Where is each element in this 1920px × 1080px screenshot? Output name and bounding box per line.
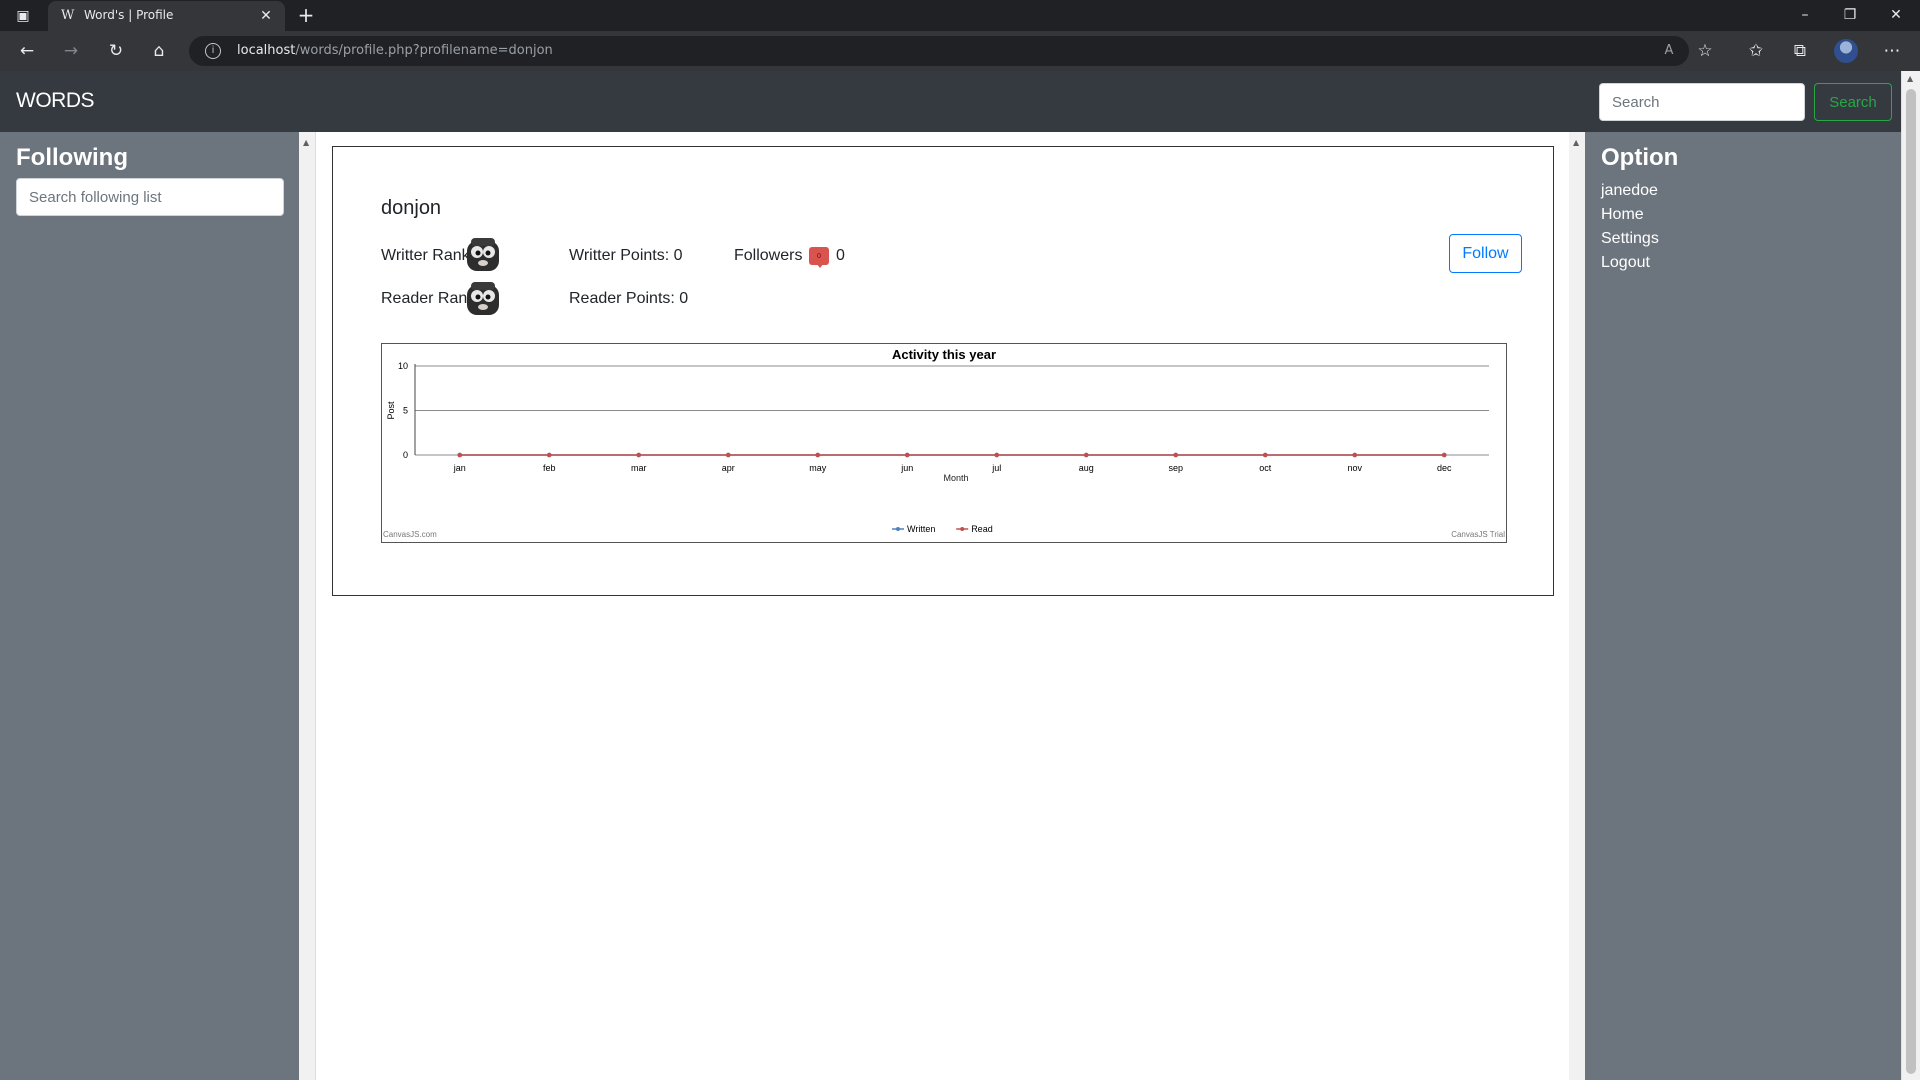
main-content: donjon Writter Rank: Reader Rank: Writte… bbox=[316, 132, 1569, 1080]
add-favorite-icon[interactable]: ☆ bbox=[1693, 39, 1717, 63]
page-scrollbar[interactable]: ▲ bbox=[1901, 71, 1920, 1080]
y-tick-label: 5 bbox=[403, 406, 408, 416]
data-point-read bbox=[815, 452, 821, 458]
follow-button[interactable]: Follow bbox=[1449, 234, 1522, 273]
url-text[interactable]: localhost/words/profile.php?profilename=… bbox=[237, 43, 553, 58]
y-axis-label: Post bbox=[386, 401, 396, 420]
x-tick-label: jan bbox=[453, 463, 466, 473]
option-settings[interactable]: Settings bbox=[1601, 227, 1659, 251]
tab-title: Word's | Profile bbox=[84, 8, 174, 22]
chart-credit-left: CanvasJS.com bbox=[383, 530, 437, 539]
following-sidebar: Following bbox=[0, 132, 299, 1080]
scroll-up-icon[interactable]: ▲ bbox=[1907, 74, 1913, 83]
following-search-input[interactable] bbox=[16, 178, 284, 216]
close-tab-icon[interactable]: ✕ bbox=[257, 7, 275, 25]
option-list: janedoe Home Settings Logout bbox=[1601, 179, 1659, 275]
option-logout[interactable]: Logout bbox=[1601, 251, 1659, 275]
left-scrollbar[interactable]: ▲ bbox=[299, 132, 316, 1080]
close-window-icon[interactable]: ✕ bbox=[1881, 4, 1911, 26]
collections-icon[interactable]: ⧉ bbox=[1788, 39, 1812, 63]
activity-chart: Activity this year 0 5 10 Post jan feb mar apr ma… bbox=[381, 343, 1507, 543]
browser-toolbar: ← → ↻ ⌂ i localhost/words/profile.php?pr… bbox=[0, 31, 1920, 71]
back-icon[interactable]: ← bbox=[15, 39, 39, 63]
legend-entry: Written bbox=[907, 524, 935, 534]
chart-title: Activity this year bbox=[892, 347, 996, 362]
y-tick-label: 10 bbox=[398, 361, 408, 371]
reader-points: Reader Points: 0 bbox=[569, 290, 689, 307]
url-path: /words/profile.php?profilename=donjon bbox=[295, 43, 553, 58]
data-point-read bbox=[1083, 452, 1089, 458]
reload-icon[interactable]: ↻ bbox=[104, 39, 128, 63]
option-title: Option bbox=[1601, 144, 1679, 171]
read-aloud-icon[interactable]: A bbox=[1659, 41, 1679, 61]
writer-rank-icon bbox=[467, 238, 499, 271]
x-tick-label: dec bbox=[1437, 463, 1452, 473]
web-page: WORDS Search Following ▲ donjon Writter … bbox=[0, 71, 1920, 1080]
x-tick-label: apr bbox=[722, 463, 735, 473]
x-tick-label: sep bbox=[1168, 463, 1183, 473]
site-search-input[interactable] bbox=[1599, 83, 1805, 121]
x-tick-label: aug bbox=[1079, 463, 1094, 473]
home-icon[interactable]: ⌂ bbox=[147, 39, 171, 63]
site-search-button[interactable]: Search bbox=[1814, 83, 1892, 121]
data-point-read bbox=[725, 452, 731, 458]
restore-icon[interactable]: ❐ bbox=[1835, 4, 1865, 26]
data-point-read bbox=[1173, 452, 1179, 458]
followers-label: Followers bbox=[734, 247, 803, 264]
address-bar[interactable]: i localhost/words/profile.php?profilenam… bbox=[189, 36, 1689, 66]
scroll-up-icon[interactable]: ▲ bbox=[303, 138, 309, 147]
minimize-icon[interactable]: – bbox=[1790, 4, 1820, 26]
data-point-read bbox=[546, 452, 552, 458]
profile-card: donjon Writter Rank: Reader Rank: Writte… bbox=[332, 146, 1554, 596]
site-info-icon[interactable]: i bbox=[205, 43, 221, 59]
x-tick-label: jun bbox=[900, 463, 913, 473]
chart-credit-right: CanvasJS Trial bbox=[1451, 530, 1505, 539]
x-tick-label: may bbox=[809, 463, 827, 473]
favorites-icon[interactable]: ✩ bbox=[1744, 39, 1768, 63]
reader-rank-icon bbox=[467, 282, 499, 315]
browser-tab[interactable]: W Word's | Profile ✕ bbox=[48, 1, 285, 32]
data-point-read bbox=[994, 452, 1000, 458]
forward-icon[interactable]: → bbox=[59, 39, 83, 63]
site-favicon-icon: W bbox=[61, 8, 75, 23]
x-tick-label: jul bbox=[991, 463, 1001, 473]
new-tab-icon[interactable]: + bbox=[295, 4, 317, 26]
followers-badge-icon: 0 bbox=[809, 247, 829, 268]
data-point-read bbox=[636, 452, 642, 458]
data-point-read bbox=[1441, 452, 1447, 458]
y-tick-label: 0 bbox=[403, 450, 408, 460]
option-username[interactable]: janedoe bbox=[1601, 179, 1659, 203]
scrollbar-thumb[interactable] bbox=[1906, 89, 1916, 1074]
x-axis-label: Month bbox=[943, 473, 968, 483]
x-tick-label: nov bbox=[1347, 463, 1362, 473]
profile-avatar-icon[interactable] bbox=[1834, 39, 1858, 63]
option-sidebar: Option janedoe Home Settings Logout bbox=[1585, 132, 1901, 1080]
legend-marker bbox=[896, 527, 900, 531]
x-tick-label: oct bbox=[1259, 463, 1272, 473]
data-point-read bbox=[1352, 452, 1358, 458]
legend-entry: Read bbox=[971, 524, 993, 534]
main-scrollbar[interactable]: ▲ bbox=[1569, 132, 1585, 1080]
scroll-up-icon[interactable]: ▲ bbox=[1573, 138, 1579, 147]
profile-name: donjon bbox=[381, 197, 442, 219]
x-tick-label: mar bbox=[631, 463, 647, 473]
more-menu-icon[interactable]: ⋯ bbox=[1880, 39, 1904, 63]
data-point-read bbox=[904, 452, 910, 458]
tab-actions-icon[interactable]: ▣ bbox=[13, 6, 33, 26]
writer-rank-label: Writter Rank: bbox=[381, 247, 475, 264]
x-tick-label: feb bbox=[543, 463, 556, 473]
followers-badge-count: 0 bbox=[816, 252, 822, 260]
option-home[interactable]: Home bbox=[1601, 203, 1659, 227]
following-title: Following bbox=[16, 144, 128, 171]
url-host: localhost bbox=[237, 43, 296, 58]
activity-chart-svg: Activity this year 0 5 10 Post jan feb mar apr ma… bbox=[383, 347, 1505, 539]
data-point-read bbox=[457, 452, 463, 458]
browser-tab-bar: ▣ W Word's | Profile ✕ + – ❐ ✕ bbox=[0, 0, 1920, 32]
followers-count: 0 bbox=[836, 247, 845, 264]
writer-points: Writter Points: 0 bbox=[569, 247, 683, 264]
site-brand[interactable]: WORDS bbox=[16, 89, 95, 113]
data-point-read bbox=[1262, 452, 1268, 458]
legend-marker bbox=[960, 527, 965, 531]
site-navbar: WORDS Search bbox=[0, 71, 1901, 132]
